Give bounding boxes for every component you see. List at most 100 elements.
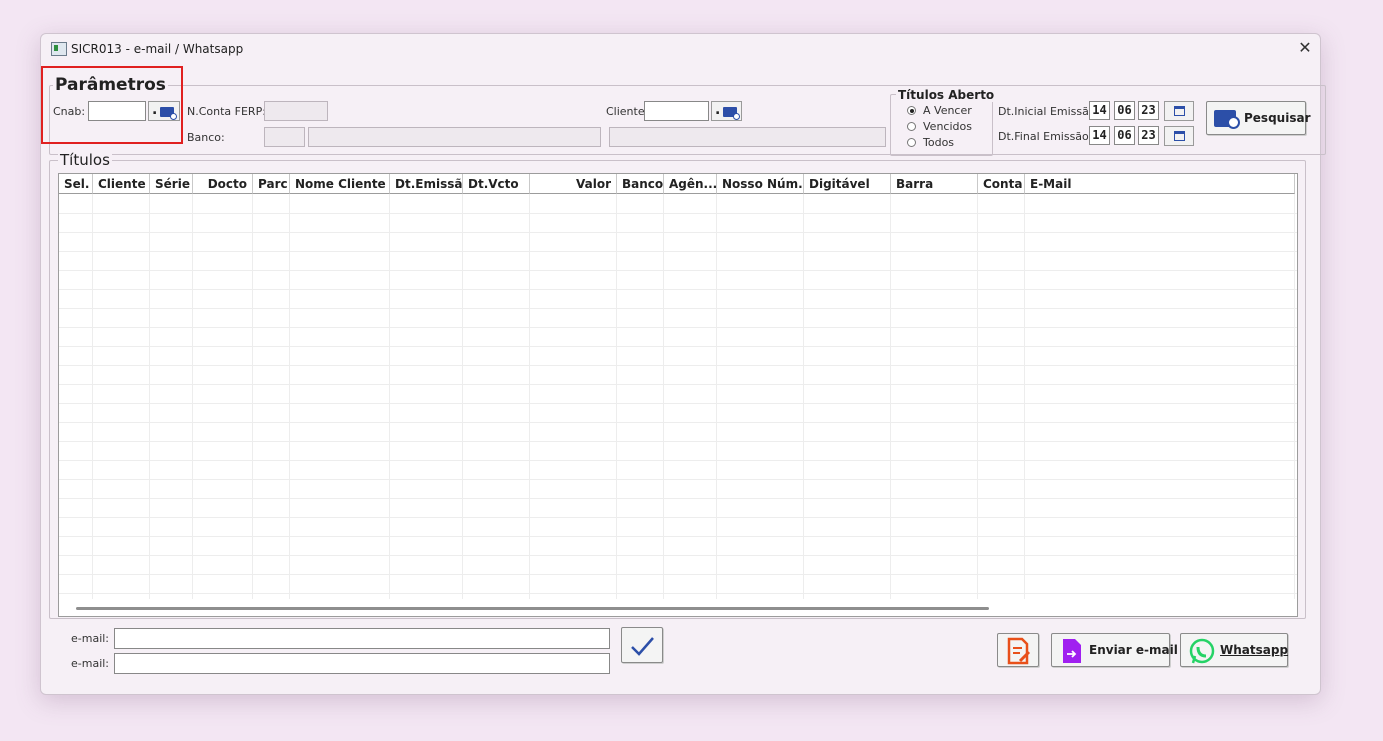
cliente-lookup-button[interactable]: . — [711, 101, 742, 121]
grid-row-line — [59, 289, 1297, 290]
dt-inicial-label: Dt.Inicial Emissão: — [998, 105, 1100, 118]
grid-row-line — [59, 270, 1297, 271]
email-label-1: e-mail: — [71, 632, 110, 645]
dt-final-label: Dt.Final Emissão: — [998, 130, 1093, 143]
app-window: SICR013 - e-mail / Whatsapp ✕ Parâmetros… — [40, 33, 1326, 695]
column-header[interactable]: Parc — [253, 174, 290, 194]
grid-column-line — [389, 194, 390, 599]
nconta-ferp-field — [264, 101, 328, 121]
grid-column-line — [289, 194, 290, 599]
column-header[interactable]: Barra — [891, 174, 978, 194]
grid-column-line — [890, 194, 891, 599]
dt-inicial-calendar-button[interactable] — [1164, 101, 1194, 121]
cliente-input[interactable] — [644, 101, 709, 121]
grid-row-line — [59, 574, 1297, 575]
column-header[interactable]: E-Mail — [1025, 174, 1295, 194]
grid-column-line — [1294, 194, 1295, 599]
grid-row-line — [59, 251, 1297, 252]
grid-row-line — [59, 232, 1297, 233]
column-header[interactable]: Dt.Vcto — [463, 174, 530, 194]
calendar-icon — [1174, 106, 1185, 116]
send-file-icon — [1063, 639, 1081, 663]
dt-final-year[interactable]: 23 — [1138, 126, 1159, 145]
radio-todos[interactable] — [907, 138, 916, 147]
grid-row-line — [59, 308, 1297, 309]
grid-row-line — [59, 517, 1297, 518]
grid-row-line — [59, 327, 1297, 328]
app-icon — [51, 42, 67, 56]
grid-column-line — [716, 194, 717, 599]
whatsapp-label: Whatsapp — [1220, 643, 1289, 657]
confirm-button[interactable] — [621, 627, 663, 663]
column-header[interactable]: Digitável — [804, 174, 891, 194]
grid-column-line — [192, 194, 193, 599]
dt-final-month[interactable]: 06 — [1114, 126, 1135, 145]
dt-inicial-month[interactable]: 06 — [1114, 101, 1135, 120]
grid-column-line — [663, 194, 664, 599]
enviar-email-label: Enviar e-mail — [1089, 643, 1178, 657]
banco-label: Banco: — [187, 131, 225, 144]
cliente-name-field — [609, 127, 886, 147]
grid-row-line — [59, 536, 1297, 537]
grid-column-line — [977, 194, 978, 599]
grid-row-line — [59, 498, 1297, 499]
column-header[interactable]: Nome Cliente — [290, 174, 390, 194]
column-header[interactable]: Cliente — [93, 174, 150, 194]
checkmark-icon — [631, 637, 654, 656]
folder-search-icon — [723, 107, 740, 120]
grid-column-line — [252, 194, 253, 599]
calendar-icon — [1174, 131, 1185, 141]
radio-todos-label[interactable]: Todos — [923, 136, 954, 149]
titulos-legend: Títulos — [58, 151, 112, 169]
enviar-email-button[interactable]: Enviar e-mail — [1051, 633, 1178, 667]
banco-code-field — [264, 127, 305, 147]
grid-row-line — [59, 365, 1297, 366]
grid-row-line — [59, 479, 1297, 480]
grid-row-line — [59, 403, 1297, 404]
radio-a-vencer[interactable] — [907, 106, 916, 115]
close-icon[interactable]: ✕ — [1296, 38, 1314, 58]
edit-document-icon — [1007, 637, 1031, 665]
column-header[interactable]: Conta — [978, 174, 1025, 194]
column-header[interactable]: Agên... — [664, 174, 717, 194]
email-input-2[interactable] — [114, 653, 610, 674]
magnifier-icon — [1227, 116, 1240, 129]
radio-a-vencer-label[interactable]: A Vencer — [923, 104, 972, 117]
column-header[interactable]: Valor — [530, 174, 617, 194]
grid-column-line — [462, 194, 463, 599]
dt-final-day[interactable]: 14 — [1089, 126, 1110, 145]
grid-row-line — [59, 346, 1297, 347]
horizontal-scrollbar[interactable] — [76, 607, 989, 610]
grid-row-line — [59, 460, 1297, 461]
grid-row-line — [59, 555, 1297, 556]
dt-final-calendar-button[interactable] — [1164, 126, 1194, 146]
radio-vencidos-label[interactable]: Vencidos — [923, 120, 972, 133]
grid-row-line — [59, 593, 1297, 594]
column-header[interactable]: Sel. — [59, 174, 93, 194]
email-label-2: e-mail: — [71, 657, 110, 670]
dt-inicial-day[interactable]: 14 — [1089, 101, 1110, 120]
grid-row-line — [59, 422, 1297, 423]
column-header[interactable]: Nosso Núm... — [717, 174, 804, 194]
column-header[interactable]: Banco — [617, 174, 664, 194]
column-header[interactable]: Docto — [193, 174, 253, 194]
email-input-1[interactable] — [114, 628, 610, 649]
cnab-input[interactable] — [88, 101, 146, 121]
column-header[interactable]: Série — [150, 174, 193, 194]
column-header[interactable]: Dt.Emissão — [390, 174, 463, 194]
radio-vencidos[interactable] — [907, 122, 916, 131]
edit-document-button[interactable] — [997, 633, 1039, 667]
titulos-grid[interactable]: Sel. Cliente Série Docto Parc Nome Cliente Dt.… — [58, 173, 1298, 617]
title-bar: SICR013 - e-mail / Whatsapp ✕ — [41, 34, 1320, 64]
grid-column-line — [1024, 194, 1025, 599]
grid-column-line — [803, 194, 804, 599]
whatsapp-icon — [1189, 638, 1215, 664]
grid-row-line — [59, 441, 1297, 442]
cnab-label: Cnab: — [53, 105, 86, 118]
pesquisar-button[interactable]: Pesquisar — [1206, 101, 1310, 135]
folder-search-icon — [160, 107, 177, 120]
cnab-lookup-button[interactable]: . — [148, 101, 180, 121]
cliente-label: Cliente: — [606, 105, 649, 118]
whatsapp-button[interactable]: Whatsapp — [1180, 633, 1288, 667]
dt-inicial-year[interactable]: 23 — [1138, 101, 1159, 120]
